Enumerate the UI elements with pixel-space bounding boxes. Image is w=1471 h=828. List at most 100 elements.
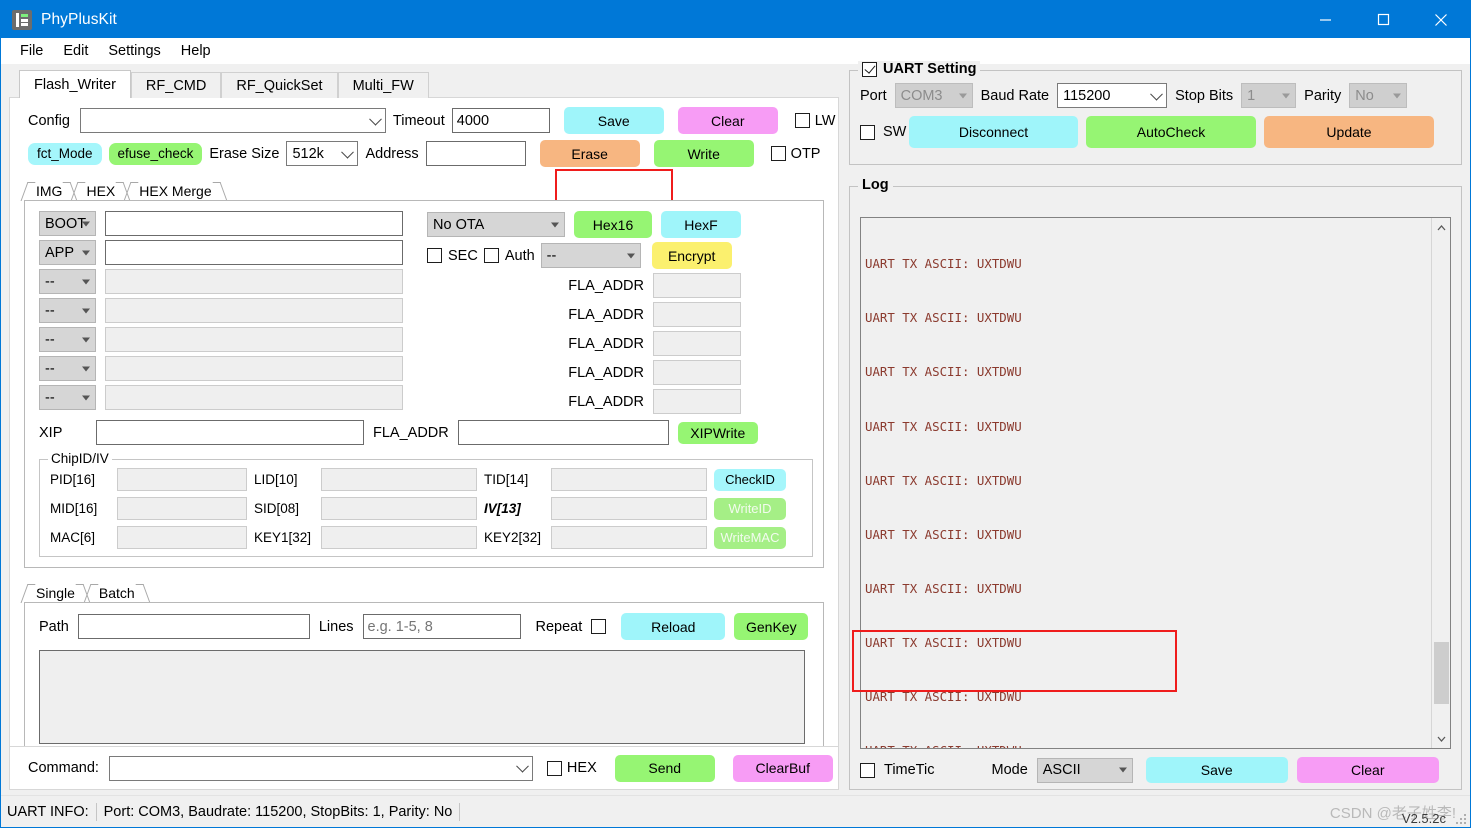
- tab-img[interactable]: IMG: [24, 182, 74, 201]
- row-type-combo-0[interactable]: BOOT: [39, 211, 96, 236]
- row-type-combo-6[interactable]: --: [39, 385, 96, 410]
- otp-checkbox-row[interactable]: OTP: [770, 146, 820, 162]
- log-box[interactable]: UART TX ASCII: UXTDWU UART TX ASCII: UXT…: [860, 217, 1451, 749]
- sw-checkbox[interactable]: [860, 124, 875, 140]
- address-input[interactable]: [425, 141, 526, 166]
- auth-combo[interactable]: --: [540, 243, 641, 268]
- pid-input[interactable]: [117, 468, 247, 491]
- command-hex-checkbox[interactable]: [546, 760, 562, 776]
- tab-flash-writer[interactable]: Flash_Writer: [19, 70, 131, 98]
- hexf-button[interactable]: HexF: [661, 211, 741, 238]
- xip-fla-input[interactable]: [457, 420, 669, 445]
- menu-file[interactable]: File: [10, 40, 53, 62]
- writeid-button[interactable]: WriteID: [714, 497, 786, 520]
- fct-mode-chip[interactable]: fct_Mode: [28, 142, 102, 165]
- fla-addr-input-6[interactable]: [653, 389, 741, 414]
- reload-button[interactable]: Reload: [621, 613, 726, 640]
- auth-checkbox[interactable]: [483, 248, 499, 263]
- save-config-button[interactable]: Save: [563, 107, 664, 134]
- hex16-button[interactable]: Hex16: [574, 211, 652, 238]
- row-type-combo-3[interactable]: --: [39, 298, 96, 323]
- clear-config-button[interactable]: Clear: [677, 107, 778, 134]
- mid-input[interactable]: [117, 497, 247, 520]
- row-path-input-5[interactable]: [105, 356, 403, 381]
- xipwrite-button[interactable]: XIPWrite: [677, 421, 758, 444]
- fla-addr-input-2[interactable]: [653, 273, 741, 298]
- config-combo[interactable]: [79, 108, 386, 133]
- stopbits-combo[interactable]: 1: [1241, 83, 1297, 108]
- row-type-combo-5[interactable]: --: [39, 356, 96, 381]
- tab-batch[interactable]: Batch: [87, 584, 147, 603]
- fla-addr-input-4[interactable]: [653, 331, 741, 356]
- encrypt-button[interactable]: Encrypt: [651, 242, 732, 269]
- row-path-input-4[interactable]: [105, 327, 403, 352]
- lines-input[interactable]: [362, 614, 521, 639]
- port-combo[interactable]: COM3: [894, 83, 973, 108]
- row-path-input-1[interactable]: [105, 240, 403, 265]
- menu-help[interactable]: Help: [171, 40, 221, 62]
- scrollbar-thumb[interactable]: [1434, 642, 1449, 704]
- row-type-combo-4[interactable]: --: [39, 327, 96, 352]
- tab-hex-merge[interactable]: HEX Merge: [127, 182, 223, 201]
- key1-input[interactable]: [321, 526, 477, 549]
- lw-checkbox[interactable]: [794, 113, 810, 128]
- uart-setting-checkbox[interactable]: [862, 61, 877, 77]
- scroll-down-icon[interactable]: [1432, 729, 1450, 748]
- ota-combo[interactable]: No OTA: [427, 212, 565, 237]
- path-input[interactable]: [77, 614, 310, 639]
- resize-grip-icon[interactable]: [1455, 813, 1467, 825]
- send-button[interactable]: Send: [614, 754, 715, 782]
- menu-edit[interactable]: Edit: [53, 40, 98, 62]
- row-type-combo-1[interactable]: APP: [39, 240, 96, 265]
- tab-single[interactable]: Single: [24, 584, 87, 603]
- tab-rf-cmd[interactable]: RF_CMD: [130, 72, 222, 98]
- row-path-input-6[interactable]: [105, 385, 403, 410]
- disconnect-button[interactable]: Disconnect: [909, 116, 1078, 148]
- scroll-up-icon[interactable]: [1432, 218, 1450, 237]
- row-path-input-2[interactable]: [105, 269, 403, 294]
- write-button[interactable]: Write: [653, 140, 754, 167]
- efuse-check-chip[interactable]: efuse_check: [108, 142, 203, 165]
- writemac-button[interactable]: WriteMAC: [714, 526, 786, 549]
- lid-input[interactable]: [321, 468, 477, 491]
- update-button[interactable]: Update: [1264, 116, 1434, 148]
- row-path-input-0[interactable]: [105, 211, 403, 236]
- tab-rf-quickset[interactable]: RF_QuickSet: [221, 72, 338, 98]
- lw-checkbox-row[interactable]: LW: [794, 113, 835, 129]
- erase-button[interactable]: Erase: [539, 140, 640, 167]
- otp-checkbox[interactable]: [770, 146, 786, 161]
- log-save-button[interactable]: Save: [1145, 757, 1288, 783]
- maximize-icon[interactable]: [1354, 1, 1412, 38]
- command-input[interactable]: [108, 755, 533, 781]
- row-path-input-3[interactable]: [105, 298, 403, 323]
- log-scrollbar[interactable]: [1431, 218, 1450, 748]
- timetic-checkbox[interactable]: [860, 762, 875, 778]
- log-clear-button[interactable]: Clear: [1296, 757, 1439, 783]
- iv-input[interactable]: [551, 497, 707, 520]
- batch-textarea[interactable]: [39, 650, 805, 744]
- autocheck-button[interactable]: AutoCheck: [1086, 116, 1256, 148]
- key2-input[interactable]: [551, 526, 707, 549]
- tab-hex[interactable]: HEX: [74, 182, 127, 201]
- erase-size-combo[interactable]: 512k: [286, 141, 359, 166]
- row-type-combo-2[interactable]: --: [39, 269, 96, 294]
- close-icon[interactable]: [1412, 1, 1470, 38]
- timeout-input[interactable]: 4000: [451, 108, 550, 133]
- genkey-button[interactable]: GenKey: [734, 613, 809, 640]
- sec-checkbox[interactable]: [427, 248, 442, 263]
- minimize-icon[interactable]: [1296, 1, 1354, 38]
- checkid-button[interactable]: CheckID: [714, 468, 786, 491]
- mode-combo[interactable]: ASCII: [1036, 757, 1133, 783]
- fla-addr-input-3[interactable]: [653, 302, 741, 327]
- menu-settings[interactable]: Settings: [98, 40, 170, 62]
- tid-input[interactable]: [551, 468, 707, 491]
- tab-multi-fw[interactable]: Multi_FW: [337, 72, 429, 98]
- baud-combo[interactable]: 115200: [1057, 83, 1168, 108]
- xip-input[interactable]: [96, 420, 364, 445]
- repeat-checkbox[interactable]: [591, 619, 607, 634]
- mac-input[interactable]: [117, 526, 247, 549]
- parity-combo[interactable]: No: [1349, 83, 1408, 108]
- fla-addr-input-5[interactable]: [653, 360, 741, 385]
- clearbuf-button[interactable]: ClearBuf: [732, 754, 833, 782]
- command-hex-row[interactable]: HEX: [546, 760, 597, 776]
